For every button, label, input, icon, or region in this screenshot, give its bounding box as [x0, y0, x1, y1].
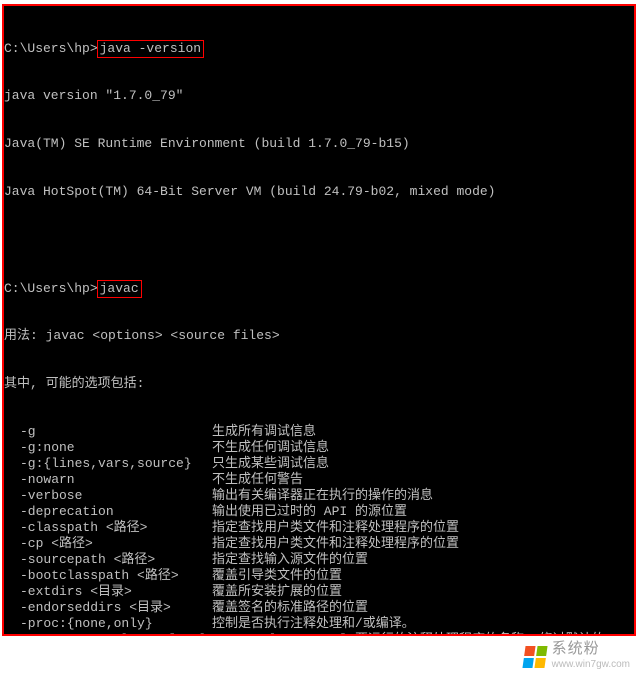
option-description: 控制是否执行注释处理和/或编译。 [212, 616, 415, 631]
option-flag: -endorseddirs <目录> [4, 600, 212, 616]
option-description: 指定查找用户类文件和注释处理程序的位置 [212, 536, 459, 551]
prompt: C:\Users\hp> [4, 41, 98, 56]
option-line: -g:none不生成任何调试信息 [4, 440, 634, 456]
option-description: 覆盖所安装扩展的位置 [212, 584, 342, 599]
option-flag: -nowarn [4, 472, 212, 488]
watermark-title: 系统粉 [552, 641, 630, 657]
option-line: -extdirs <目录>覆盖所安装扩展的位置 [4, 584, 634, 600]
option-description: 指定查找用户类文件和注释处理程序的位置 [212, 520, 459, 535]
option-line: -proc:{none,only}控制是否执行注释处理和/或编译。 [4, 616, 634, 632]
option-description: 生成所有调试信息 [212, 424, 316, 439]
cmd-line-2: C:\Users\hp>javac [4, 280, 634, 296]
command-javac: javac [97, 280, 142, 298]
option-line: -processor <class1>[,<class2>,<class3>..… [4, 632, 634, 636]
option-flag: -bootclasspath <路径> [4, 568, 212, 584]
options-header: 其中, 可能的选项包括: [4, 376, 634, 392]
option-flag: -deprecation [4, 504, 212, 520]
option-description: 覆盖签名的标准路径的位置 [212, 600, 368, 615]
option-flag: -g:none [4, 440, 212, 456]
cmd-line-1: C:\Users\hp>java -version [4, 40, 634, 56]
command-java-version: java -version [97, 40, 204, 58]
option-line: -deprecation输出使用已过时的 API 的源位置 [4, 504, 634, 520]
option-flag: -extdirs <目录> [4, 584, 212, 600]
option-flag: -sourcepath <路径> [4, 552, 212, 568]
option-flag: -cp <路径> [4, 536, 212, 552]
option-line: -verbose输出有关编译器正在执行的操作的消息 [4, 488, 634, 504]
watermark-url: www.win7gw.com [552, 657, 630, 673]
option-line: -g生成所有调试信息 [4, 424, 634, 440]
option-line: -classpath <路径>指定查找用户类文件和注释处理程序的位置 [4, 520, 634, 536]
option-flag: -verbose [4, 488, 212, 504]
option-description: 指定查找输入源文件的位置 [212, 552, 368, 567]
windows-logo-icon [522, 646, 547, 668]
blank-line [4, 232, 634, 248]
option-description: 覆盖引导类文件的位置 [212, 568, 342, 583]
option-line: -sourcepath <路径>指定查找输入源文件的位置 [4, 552, 634, 568]
option-line: -endorseddirs <目录>覆盖签名的标准路径的位置 [4, 600, 634, 616]
option-flag: -processor <class1>[,<class2>,<class3>..… [4, 632, 605, 636]
prompt: C:\Users\hp> [4, 281, 98, 296]
option-description: 输出有关编译器正在执行的操作的消息 [212, 488, 433, 503]
output-line: java version "1.7.0_79" [4, 88, 634, 104]
output-line: Java(TM) SE Runtime Environment (build 1… [4, 136, 634, 152]
terminal-window[interactable]: C:\Users\hp>java -version java version "… [2, 4, 636, 636]
option-line: -nowarn不生成任何警告 [4, 472, 634, 488]
watermark: 系统粉 www.win7gw.com [524, 641, 630, 673]
option-line: -bootclasspath <路径>覆盖引导类文件的位置 [4, 568, 634, 584]
option-flag: -proc:{none,only} [4, 616, 212, 632]
option-line: -g:{lines,vars,source}只生成某些调试信息 [4, 456, 634, 472]
option-flag: -g:{lines,vars,source} [4, 456, 212, 472]
option-flag: -classpath <路径> [4, 520, 212, 536]
usage-line: 用法: javac <options> <source files> [4, 328, 634, 344]
option-description: 不生成任何调试信息 [212, 440, 329, 455]
option-description: 输出使用已过时的 API 的源位置 [212, 504, 407, 519]
option-flag: -g [4, 424, 212, 440]
option-line: -cp <路径>指定查找用户类文件和注释处理程序的位置 [4, 536, 634, 552]
option-description: 不生成任何警告 [212, 472, 303, 487]
output-line: Java HotSpot(TM) 64-Bit Server VM (build… [4, 184, 634, 200]
option-description: 只生成某些调试信息 [212, 456, 329, 471]
